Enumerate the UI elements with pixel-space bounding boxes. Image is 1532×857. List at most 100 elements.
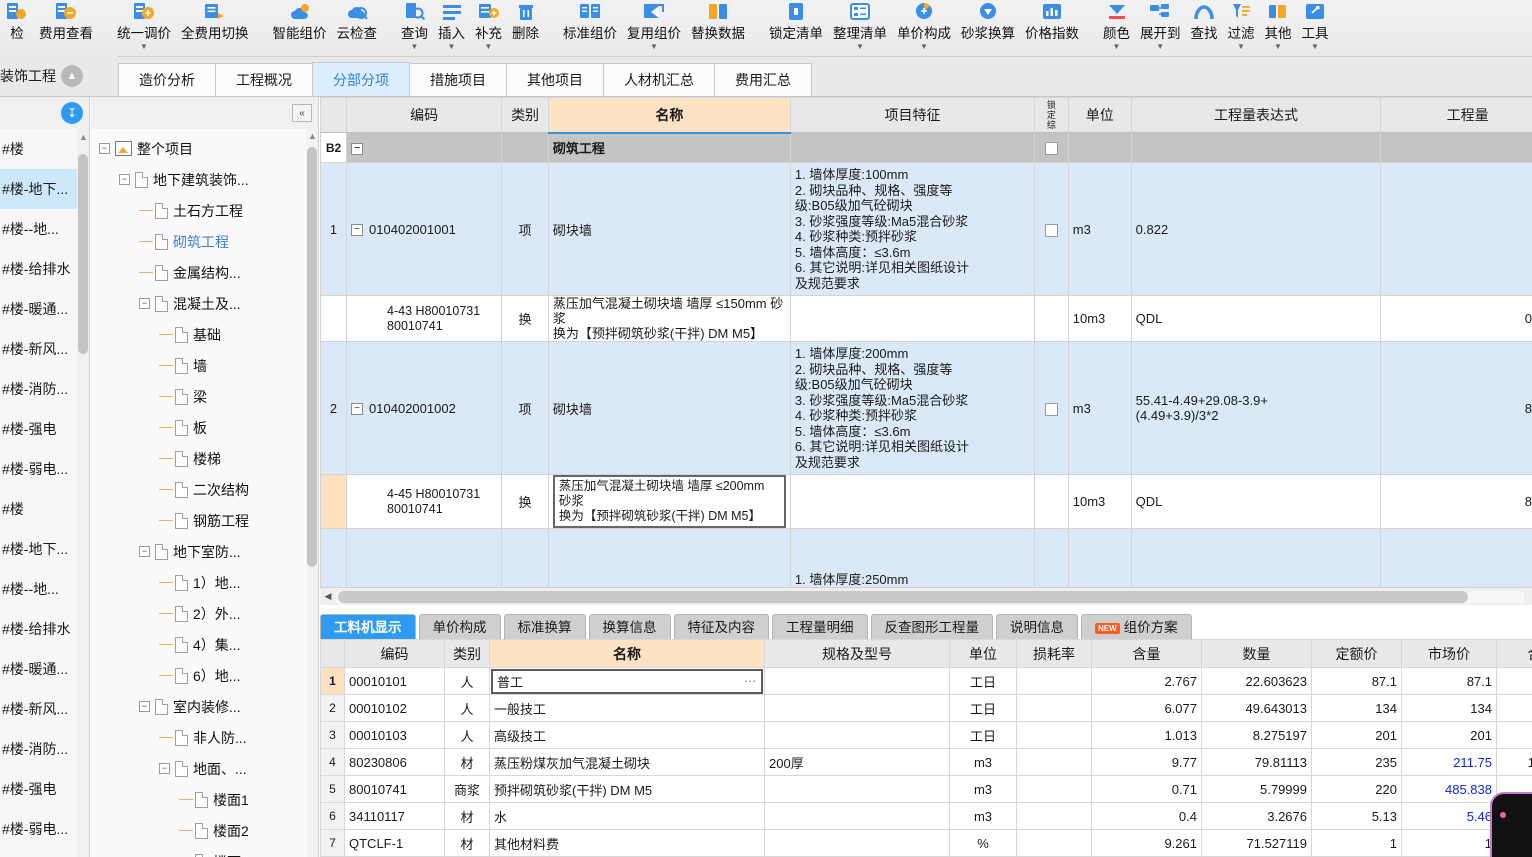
tree-toggle-icon[interactable]: − (159, 763, 170, 774)
group-lock[interactable] (1034, 132, 1069, 163)
chevron-down-icon[interactable]: ▼ (411, 42, 419, 52)
tree-node[interactable]: 墙 (91, 350, 318, 381)
expression-cell[interactable]: QDL (1130, 474, 1382, 529)
detail-header-10[interactable]: 市场价 (1401, 639, 1497, 668)
code-cell[interactable]: 34110117 (344, 802, 445, 830)
grid-header-2[interactable]: 类别 (501, 97, 549, 133)
content-cell[interactable]: 6.077 (1091, 694, 1202, 722)
code-cell[interactable]: 80230806 (344, 748, 445, 776)
ribbon-button-organize-list[interactable]: 整理清单 ▼ (828, 0, 892, 56)
spec-cell[interactable] (764, 802, 950, 830)
tab-2[interactable]: 分部分项 (312, 62, 410, 96)
unit-project-item[interactable]: #楼-弱电... (0, 449, 89, 489)
ribbon-button-unified-price[interactable]: 统一调价 ▼ (112, 0, 176, 56)
lock-checkbox[interactable] (1044, 223, 1058, 237)
unit-project-item[interactable]: #楼-消防... (0, 729, 89, 769)
unit-project-item[interactable]: #楼 (0, 129, 89, 169)
detail-header-5[interactable]: 单位 (949, 639, 1017, 668)
code-cell[interactable]: 4-43 H80010731 80010741 (346, 295, 503, 342)
tree-node[interactable]: − 整个项目 (91, 133, 318, 164)
tab-1[interactable]: 工程概况 (215, 63, 313, 96)
grid-header-4[interactable]: 项目特征 (789, 97, 1036, 133)
name-cell[interactable]: 其他材料费 (489, 829, 765, 857)
ribbon-button-cloud-check[interactable]: 云检查▼ (332, 0, 383, 56)
chevron-down-icon[interactable]: ▼ (448, 42, 456, 52)
detail-tab-1[interactable]: 单价构成 (418, 614, 501, 640)
table-row[interactable]: 4-45 H80010731 80010741 换蒸压加气混凝土砌块墙 墙厚 ≤20… (320, 474, 1532, 529)
unit-project-item[interactable]: #楼-给排水 (0, 609, 89, 649)
table-row[interactable]: 1. 墙体厚度:250mm2. 砌块品种、规格、强度等级:B05级加气砼砌块 (320, 528, 1532, 587)
features-cell[interactable]: 1. 墙体厚度:100mm 2. 砌块品种、规格、强度等 级:B05级加气砼砌块 3.… (789, 162, 1036, 296)
ribbon-button-smart-pricing[interactable]: 智能组价▼ (268, 0, 332, 56)
table-row[interactable]: 2−010402001002 项砌块墙 1. 墙体厚度:200mm 2. 砌块品种、规… (320, 341, 1532, 475)
unit-project-item[interactable]: #楼-强电 (0, 769, 89, 809)
market-price-cell[interactable]: 201 (1401, 721, 1497, 749)
resource-detail-grid[interactable]: 编码类别名称规格及型号单位损耗率含量数量定额价市场价合价是否暂100010101… (320, 639, 1532, 857)
unit-project-item[interactable]: #楼--地... (0, 209, 89, 249)
tree-node[interactable]: − 地下建筑装饰... (91, 164, 318, 195)
ellipsis-button[interactable]: ⋯ (744, 674, 757, 688)
detail-header-1[interactable]: 编码 (344, 639, 445, 668)
detail-tab-0[interactable]: 工料机显示 (320, 614, 416, 640)
detail-header-2[interactable]: 类别 (444, 639, 490, 668)
name-cell[interactable]: 一般技工 (489, 694, 765, 722)
tree-node[interactable]: 2）外... (91, 598, 318, 629)
ribbon-button-tools[interactable]: 工具 ▼ (1297, 0, 1334, 56)
unit-project-item[interactable]: #楼-消防... (0, 369, 89, 409)
tree-node[interactable]: 二次结构 (91, 474, 318, 505)
lock-cell[interactable] (1034, 528, 1069, 587)
group-toggle-cell[interactable]: − (346, 132, 503, 163)
scroll-up-icon[interactable]: ▲ (308, 131, 317, 141)
spec-cell[interactable] (764, 694, 950, 722)
unit-project-item[interactable]: #楼-新风... (0, 329, 89, 369)
tree-node[interactable]: − 地下室防... (91, 536, 318, 567)
lock-checkbox[interactable] (1044, 142, 1058, 156)
grid-header-6[interactable]: 单位 (1067, 97, 1132, 133)
table-group-row[interactable]: B2− 砌筑工程 (320, 132, 1532, 163)
detail-header-0[interactable] (320, 639, 345, 668)
scrollbar-thumb[interactable] (338, 590, 1468, 603)
unit-project-item[interactable]: #楼-强电 (0, 409, 89, 449)
table-row[interactable]: 200010102人一般技工工日6.07749.6430131341346652… (320, 694, 1532, 722)
tree-toggle-icon[interactable]: − (139, 546, 150, 557)
table-row[interactable]: 100010101人普工⋯工日2.76722.60362387.187.1196… (320, 667, 1532, 695)
content-cell[interactable]: 9.77 (1091, 748, 1202, 776)
detail-tab-6[interactable]: 反查图形工程量 (870, 614, 993, 640)
loss-rate-cell[interactable] (1016, 748, 1092, 776)
lock-cell[interactable] (1034, 295, 1069, 342)
tree-node[interactable]: − 地面、... (91, 753, 318, 784)
name-cell[interactable] (547, 528, 791, 587)
unit-project-item[interactable]: #楼 (0, 489, 89, 529)
chevron-down-icon[interactable]: ▼ (650, 42, 658, 52)
lock-cell[interactable] (1034, 474, 1069, 529)
unit-project-item[interactable]: #楼-给排水 (0, 249, 89, 289)
features-cell[interactable]: 1. 墙体厚度:200mm 2. 砌块品种、规格、强度等 级:B05级加气砼砌块 3.… (789, 341, 1036, 475)
table-row[interactable]: 300010103人高级技工工日1.0138.2751972012011663.… (320, 721, 1532, 749)
expression-cell[interactable] (1130, 528, 1382, 587)
tree-toggle-icon[interactable]: − (99, 143, 110, 154)
expression-cell[interactable]: QDL (1130, 295, 1382, 342)
ribbon-button-cost-view[interactable]: 费用查看▼ (34, 0, 98, 56)
spec-cell[interactable] (764, 667, 950, 695)
detail-header-7[interactable]: 含量 (1091, 639, 1202, 668)
boq-items-grid[interactable]: 编码 类别 名称 项目特征锁定综单位 工程量表达式 工程量 B2− 砌筑工程 1−0104020… (320, 97, 1532, 587)
download-circle-icon[interactable]: ↧ (61, 102, 83, 124)
name-cell[interactable]: 蒸压粉煤灰加气混凝土砌块 (489, 748, 765, 776)
expression-cell[interactable]: 0.822 (1130, 162, 1382, 296)
collapse-toggle-icon[interactable]: − (351, 224, 364, 237)
tree-node[interactable]: 钢筋工程 (91, 505, 318, 536)
lock-cell[interactable] (1034, 341, 1069, 475)
ribbon-button-lock-list[interactable]: 锁定清单▼ (764, 0, 828, 56)
unit-project-item[interactable]: #楼-暖通... (0, 649, 89, 689)
tab-4[interactable]: 其他项目 (506, 63, 604, 96)
spec-cell[interactable]: 200厚 (764, 748, 950, 776)
code-cell[interactable]: QTCLF-1 (344, 829, 445, 857)
boq-grid-horizontal-scrollbar[interactable]: ◀ (320, 587, 1532, 605)
expression-cell[interactable]: 55.41-4.49+29.08-3.9+ (4.49+3.9)/3*2 (1130, 341, 1382, 475)
chevron-down-icon[interactable]: ▼ (1237, 42, 1245, 52)
unit-project-item[interactable]: #楼-新风... (0, 689, 89, 729)
content-cell[interactable]: 0.4 (1091, 802, 1202, 830)
market-price-cell[interactable]: 211.75 (1401, 748, 1497, 776)
ribbon-button-price-index[interactable]: 价格指数▼ (1020, 0, 1084, 56)
tree-node[interactable]: 1）地... (91, 567, 318, 598)
